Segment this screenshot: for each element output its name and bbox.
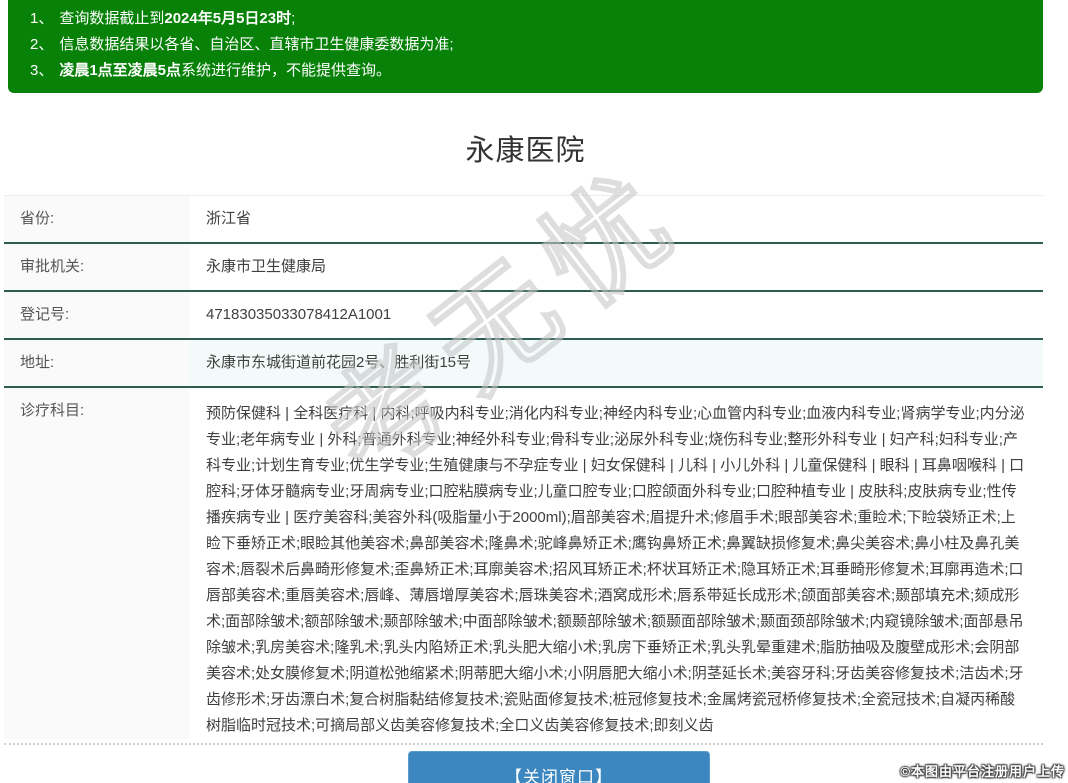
field-label-registration-number: 登记号: <box>4 292 190 338</box>
field-label-medical-subjects: 诊疗科目: <box>4 388 190 739</box>
notice-line-number: 2、 <box>30 32 53 58</box>
hospital-info-table: 省份: 浙江省 审批机关: 永康市卫生健康局 登记号: 471830350330… <box>4 195 1043 739</box>
field-value-medical-subjects: 预防保健科 | 全科医疗科 | 内科;呼吸内科专业;消化内科专业;神经内科专业;… <box>190 388 1043 739</box>
field-value-address: 永康市东城街道前花园2号、胜利街15号 <box>190 340 1043 386</box>
notice-text: 信息数据结果以各省、自治区、直辖市卫生健康委数据为准; <box>59 36 453 53</box>
field-label-address: 地址: <box>4 340 190 386</box>
notice-text: 系统进行维护，不能提供查询。 <box>181 62 391 79</box>
clipped-text-line <box>4 740 1043 745</box>
medical-subjects-text: 预防保健科 | 全科医疗科 | 内科;呼吸内科专业;消化内科专业;神经内科专业;… <box>206 401 1025 739</box>
close-window-button[interactable]: 【关闭窗口】 <box>408 751 710 783</box>
field-value-province: 浙江省 <box>190 196 1043 242</box>
notice-text: ; <box>291 10 295 27</box>
table-row-medical-subjects: 诊疗科目: 预防保健科 | 全科医疗科 | 内科;呼吸内科专业;消化内科专业;神… <box>4 388 1043 739</box>
notice-text-bold: 凌晨1点至凌晨5点 <box>59 62 181 79</box>
table-row-address: 地址: 永康市东城街道前花园2号、胜利街15号 <box>4 340 1043 388</box>
photo-credit-watermark: ©本图由平台注册用户上传 <box>900 761 1065 780</box>
field-value-approval-authority: 永康市卫生健康局 <box>190 244 1043 290</box>
page-title: 永康医院 <box>8 113 1043 195</box>
notice-text-bold: 2024年5月5日23时 <box>164 10 291 27</box>
table-row-approval-authority: 审批机关: 永康市卫生健康局 <box>4 244 1043 292</box>
field-label-province: 省份: <box>4 196 190 242</box>
field-value-registration-number: 47183035033078412A1001 <box>190 292 1043 338</box>
notice-line-2: 2、信息数据结果以各省、自治区、直辖市卫生健康委数据为准; <box>30 32 1023 58</box>
table-row-registration-number: 登记号: 47183035033078412A1001 <box>4 292 1043 340</box>
title-section: 永康医院 <box>8 113 1043 195</box>
notice-banner: 1、查询数据截止到2024年5月5日23时; 2、信息数据结果以各省、自治区、直… <box>8 0 1043 93</box>
notice-line-number: 1、 <box>30 6 53 32</box>
field-label-approval-authority: 审批机关: <box>4 244 190 290</box>
hospital-detail-page: 1、查询数据截止到2024年5月5日23时; 2、信息数据结果以各省、自治区、直… <box>0 0 1068 783</box>
table-row-province: 省份: 浙江省 <box>4 196 1043 244</box>
notice-text: 查询数据截止到 <box>59 10 164 27</box>
notice-line-3: 3、凌晨1点至凌晨5点系统进行维护，不能提供查询。 <box>30 58 1023 84</box>
notice-line-number: 3、 <box>30 58 53 84</box>
notice-line-1: 1、查询数据截止到2024年5月5日23时; <box>30 6 1023 32</box>
